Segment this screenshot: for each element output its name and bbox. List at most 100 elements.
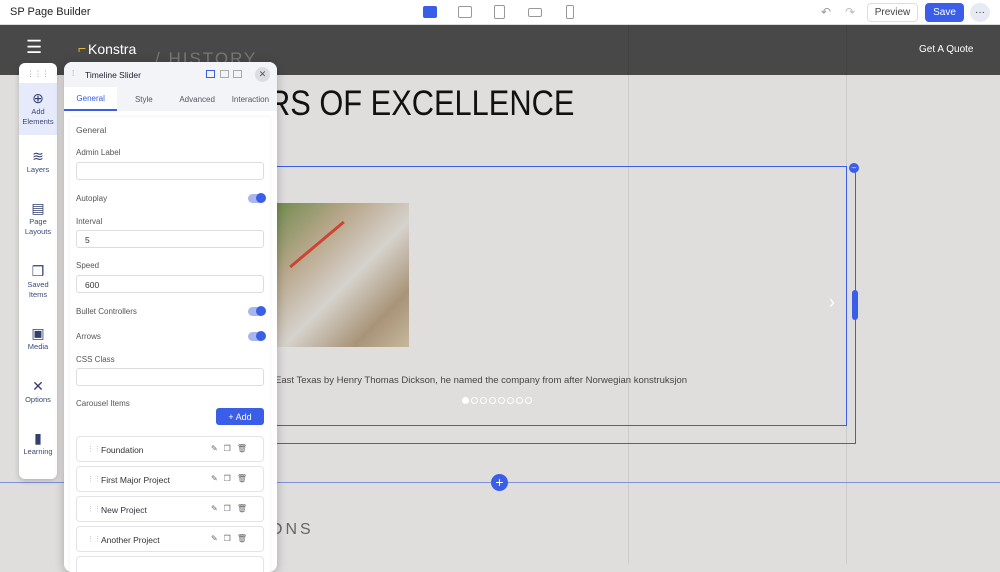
- sidebar-item-saved-items[interactable]: ❒ Saved Items: [19, 264, 57, 300]
- redo-icon[interactable]: ↷: [845, 5, 855, 19]
- delete-icon[interactable]: 🗑: [237, 444, 253, 453]
- learning-icon: ▮: [34, 430, 42, 446]
- interval-input[interactable]: 5: [76, 230, 264, 248]
- drag-handle-icon[interactable]: ⋮⋮: [87, 505, 101, 513]
- sidebar-item-label: Options: [25, 395, 51, 404]
- add-section-button[interactable]: +: [491, 474, 508, 491]
- add-item-button[interactable]: + Add: [216, 408, 264, 425]
- popout-icon[interactable]: [206, 70, 215, 78]
- sidebar-item-learning[interactable]: ▮ Learning: [19, 430, 57, 457]
- admin-label-input[interactable]: [76, 162, 264, 180]
- drag-handle-icon[interactable]: ⋮⋮: [87, 475, 101, 483]
- tablet-icon[interactable]: [494, 5, 505, 19]
- css-class-input[interactable]: [76, 368, 264, 386]
- carousel-item[interactable]: ⋮⋮ Another Project ✎❐🗑: [76, 526, 264, 552]
- duplicate-icon[interactable]: ❐: [224, 474, 237, 483]
- tablet-landscape-icon[interactable]: [458, 6, 472, 18]
- carousel-item[interactable]: ⋮⋮ New Project ✎❐🗑: [76, 496, 264, 522]
- mobile-icon[interactable]: [566, 5, 574, 19]
- admin-label-label: Admin Label: [76, 148, 121, 157]
- panel-header: ⁞ Timeline Slider ✕: [64, 62, 277, 87]
- edit-icon[interactable]: ✎: [211, 474, 224, 483]
- get-quote-link[interactable]: Get A Quote: [919, 44, 973, 55]
- panel-tabs: General Style Advanced Interaction: [64, 87, 277, 111]
- slider-bullet[interactable]: [462, 397, 469, 404]
- sidebar-item-media[interactable]: ▣ Media: [19, 325, 57, 352]
- builder-sidebar: ⋮⋮⋮ ⊕ Add Elements ≋ Layers ▤ Page Layouts ❒ Sa…: [19, 63, 57, 479]
- media-icon: ▣: [31, 325, 45, 341]
- dock-right-icon[interactable]: [233, 70, 242, 78]
- collapse-icon[interactable]: –: [849, 163, 859, 173]
- sidebar-item-options[interactable]: ✕ Options: [19, 378, 57, 405]
- desktop-device-icon[interactable]: [423, 6, 437, 18]
- slider-bullet[interactable]: [480, 397, 487, 404]
- carousel-item[interactable]: ⋮⋮ Foundation ✎❐🗑: [76, 436, 264, 462]
- edit-icon[interactable]: ✎: [211, 534, 224, 543]
- carousel-item[interactable]: [76, 556, 264, 572]
- arrows-label: Arrows: [76, 332, 101, 341]
- edit-icon[interactable]: ✎: [211, 504, 224, 513]
- panel-title: Timeline Slider: [85, 70, 141, 80]
- sidebar-item-label: Media: [27, 342, 49, 351]
- tab-general[interactable]: General: [64, 87, 118, 111]
- carousel-item-label: First Major Project: [101, 475, 170, 485]
- add-elements-icon: ⊕: [32, 90, 44, 106]
- delete-icon[interactable]: 🗑: [237, 534, 253, 543]
- close-icon[interactable]: ✕: [255, 67, 270, 82]
- carousel-item[interactable]: ⋮⋮ First Major Project ✎❐🗑: [76, 466, 264, 492]
- slider-bullets: [462, 397, 532, 404]
- carousel-item-label: Foundation: [101, 445, 144, 455]
- save-button[interactable]: Save: [925, 3, 964, 22]
- resize-handle[interactable]: [852, 290, 858, 320]
- bullets-toggle[interactable]: [248, 306, 266, 316]
- slider-bullet[interactable]: [471, 397, 478, 404]
- delete-icon[interactable]: 🗑: [237, 474, 253, 483]
- slider-bullet[interactable]: [489, 397, 496, 404]
- carousel-item-label: New Project: [101, 505, 147, 515]
- undo-icon[interactable]: ↶: [821, 5, 831, 19]
- crane-shape: [289, 220, 345, 269]
- settings-panel: ⁞ Timeline Slider ✕ General Style Advanced…: [64, 62, 277, 572]
- duplicate-icon[interactable]: ❐: [224, 504, 237, 513]
- autoplay-toggle[interactable]: [248, 193, 266, 203]
- app-title: SP Page Builder: [10, 6, 91, 18]
- delete-icon[interactable]: 🗑: [237, 504, 253, 513]
- edit-icon[interactable]: ✎: [211, 444, 224, 453]
- duplicate-icon[interactable]: ❐: [224, 444, 237, 453]
- panel-body: General Admin Label Autoplay Interval 5 …: [70, 117, 270, 572]
- carousel-items-label: Carousel Items: [76, 399, 130, 408]
- slider-bullet[interactable]: [516, 397, 523, 404]
- slide-caption: East Texas by Henry Thomas Dickson, he n…: [275, 375, 688, 386]
- bullets-label: Bullet Controllers: [76, 307, 137, 316]
- carousel-item-label: Another Project: [101, 535, 160, 545]
- slider-bullet[interactable]: [498, 397, 505, 404]
- drag-icon[interactable]: ⁞: [72, 69, 74, 78]
- logo[interactable]: Konstra: [88, 41, 136, 57]
- logo-mark-icon: ⌐: [78, 40, 87, 56]
- drag-handle-icon[interactable]: ⋮⋮: [87, 535, 101, 543]
- arrows-toggle[interactable]: [248, 331, 266, 341]
- tab-advanced[interactable]: Advanced: [171, 87, 224, 111]
- options-icon: ✕: [32, 378, 44, 394]
- css-class-label: CSS Class: [76, 355, 115, 364]
- preview-button[interactable]: Preview: [867, 3, 918, 22]
- sidebar-drag-handle[interactable]: ⋮⋮⋮: [19, 69, 57, 79]
- duplicate-icon[interactable]: ❐: [224, 534, 237, 543]
- tab-interaction[interactable]: Interaction: [224, 87, 277, 111]
- more-button[interactable]: ···: [970, 3, 990, 22]
- sidebar-item-layers[interactable]: ≋ Layers: [19, 148, 57, 175]
- tab-style[interactable]: Style: [117, 87, 170, 111]
- next-arrow-icon[interactable]: ›: [829, 292, 835, 313]
- sidebar-item-label: Learning: [23, 447, 53, 456]
- dock-left-icon[interactable]: [220, 70, 229, 78]
- menu-icon[interactable]: ☰: [26, 37, 42, 58]
- layers-icon: ≋: [32, 148, 44, 164]
- mobile-landscape-icon[interactable]: [528, 8, 542, 17]
- sidebar-item-add-elements[interactable]: ⊕ Add Elements: [19, 83, 57, 135]
- speed-input[interactable]: 600: [76, 275, 264, 293]
- sidebar-item-page-layouts[interactable]: ▤ Page Layouts: [19, 201, 57, 237]
- sidebar-item-label: Add Elements: [22, 107, 54, 126]
- slider-bullet[interactable]: [525, 397, 532, 404]
- slider-bullet[interactable]: [507, 397, 514, 404]
- drag-handle-icon[interactable]: ⋮⋮: [87, 445, 101, 453]
